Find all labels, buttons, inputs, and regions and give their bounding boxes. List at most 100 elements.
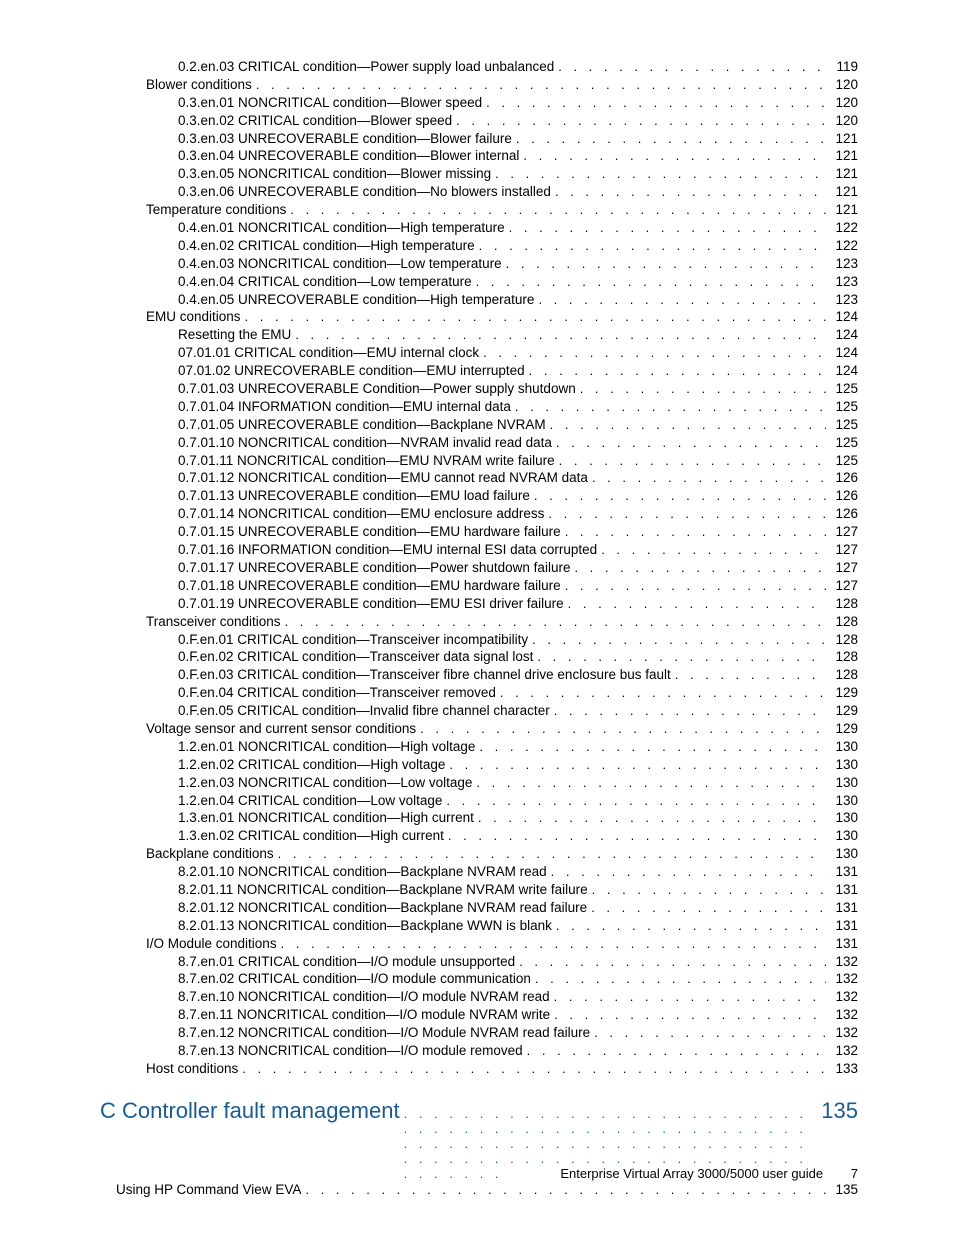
toc-entry[interactable]: Transceiver conditions128 (100, 613, 858, 631)
toc-entry-page: 121 (826, 183, 858, 201)
toc-entry[interactable]: 8.2.01.12 NONCRITICAL condition—Backplan… (100, 899, 858, 917)
toc-entry[interactable]: 0.7.01.16 INFORMATION condition—EMU inte… (100, 541, 858, 559)
toc-entry[interactable]: 8.2.01.10 NONCRITICAL condition—Backplan… (100, 863, 858, 881)
toc-entry[interactable]: 1.2.en.03 NONCRITICAL condition—Low volt… (100, 774, 858, 792)
toc-entry-title: 0.3.en.01 NONCRITICAL condition—Blower s… (178, 94, 482, 112)
toc-entry-title: 8.7.en.13 NONCRITICAL condition—I/O modu… (178, 1042, 523, 1060)
toc-entry[interactable]: 0.F.en.04 CRITICAL condition—Transceiver… (100, 684, 858, 702)
toc-entry[interactable]: 0.7.01.11 NONCRITICAL condition—EMU NVRA… (100, 452, 858, 470)
leader-dots (444, 828, 826, 845)
toc-entry-title: Voltage sensor and current sensor condit… (146, 720, 416, 738)
toc-entry[interactable]: 1.3.en.02 CRITICAL condition—High curren… (100, 827, 858, 845)
toc-entry[interactable]: Blower conditions120 (100, 76, 858, 94)
toc-entry[interactable]: 0.4.en.02 CRITICAL condition—High temper… (100, 237, 858, 255)
toc-entry-page: 128 (826, 648, 858, 666)
toc-entry[interactable]: 0.7.01.05 UNRECOVERABLE condition—Backpl… (100, 416, 858, 434)
toc-entry[interactable]: 8.7.en.12 NONCRITICAL condition—I/O Modu… (100, 1024, 858, 1042)
toc-entry-page: 125 (826, 416, 858, 434)
toc-entry[interactable]: 0.4.en.01 NONCRITICAL condition—High tem… (100, 219, 858, 237)
toc-entry[interactable]: Backplane conditions130 (100, 845, 858, 863)
toc-entry-page: 133 (826, 1060, 858, 1078)
toc-entry-title: 1.2.en.01 NONCRITICAL condition—High vol… (178, 738, 475, 756)
toc-entry[interactable]: 0.3.en.06 UNRECOVERABLE condition—No blo… (100, 183, 858, 201)
toc-entry[interactable]: 0.4.en.03 NONCRITICAL condition—Low temp… (100, 255, 858, 273)
leader-dots (523, 1043, 826, 1060)
toc-entry[interactable]: 0.3.en.02 CRITICAL condition—Blower spee… (100, 112, 858, 130)
toc-entry[interactable]: 8.7.en.01 CRITICAL condition—I/O module … (100, 953, 858, 971)
leader-dots (452, 113, 826, 130)
toc-entry-page: 130 (826, 845, 858, 863)
toc-entry[interactable]: 0.7.01.19 UNRECOVERABLE condition—EMU ES… (100, 595, 858, 613)
toc-entry[interactable]: 07.01.02 UNRECOVERABLE condition—EMU int… (100, 362, 858, 380)
toc-entry[interactable]: 0.7.01.04 INFORMATION condition—EMU inte… (100, 398, 858, 416)
toc-entry[interactable]: 8.2.01.11 NONCRITICAL condition—Backplan… (100, 881, 858, 899)
leader-dots (564, 596, 826, 613)
toc-entry[interactable]: 0.F.en.03 CRITICAL condition—Transceiver… (100, 666, 858, 684)
toc-entry[interactable]: 8.7.en.13 NONCRITICAL condition—I/O modu… (100, 1042, 858, 1060)
toc-entry[interactable]: 07.01.01 CRITICAL condition—EMU internal… (100, 344, 858, 362)
toc-entry-title: 0.3.en.03 UNRECOVERABLE condition—Blower… (178, 130, 512, 148)
leader-dots (555, 453, 826, 470)
toc-entry[interactable]: Using HP Command View EVA135 (100, 1181, 858, 1199)
toc-entry[interactable]: EMU conditions124 (100, 308, 858, 326)
toc-entry[interactable]: 0.F.en.02 CRITICAL condition—Transceiver… (100, 648, 858, 666)
toc-entry-page: 132 (826, 988, 858, 1006)
leader-dots (479, 345, 826, 362)
toc-entry-title: 0.3.en.05 NONCRITICAL condition—Blower m… (178, 165, 491, 183)
toc-entry-title: 8.7.en.11 NONCRITICAL condition—I/O modu… (178, 1006, 550, 1024)
toc-entry[interactable]: Voltage sensor and current sensor condit… (100, 720, 858, 738)
toc-entry[interactable]: 0.F.en.01 CRITICAL condition—Transceiver… (100, 631, 858, 649)
toc-entry-page: 127 (826, 541, 858, 559)
toc-entry[interactable]: 0.4.en.04 CRITICAL condition—Low tempera… (100, 273, 858, 291)
toc-entry[interactable]: 0.7.01.17 UNRECOVERABLE condition—Power … (100, 559, 858, 577)
toc-entry[interactable]: 0.3.en.05 NONCRITICAL condition—Blower m… (100, 165, 858, 183)
toc-entry[interactable]: 0.3.en.01 NONCRITICAL condition—Blower s… (100, 94, 858, 112)
toc-entry[interactable]: 0.7.01.12 NONCRITICAL condition—EMU cann… (100, 469, 858, 487)
toc-entry[interactable]: 8.7.en.11 NONCRITICAL condition—I/O modu… (100, 1006, 858, 1024)
toc-entry[interactable]: 0.3.en.03 UNRECOVERABLE condition—Blower… (100, 130, 858, 148)
toc-entry[interactable]: 0.7.01.10 NONCRITICAL condition—NVRAM in… (100, 434, 858, 452)
toc-entry[interactable]: 0.3.en.04 UNRECOVERABLE condition—Blower… (100, 147, 858, 165)
toc-entry[interactable]: 0.7.01.15 UNRECOVERABLE condition—EMU ha… (100, 523, 858, 541)
toc-entry-page: 120 (826, 112, 858, 130)
toc-entry-page: 120 (826, 76, 858, 94)
leader-dots (531, 971, 826, 988)
toc-entry[interactable]: 8.7.en.02 CRITICAL condition—I/O module … (100, 970, 858, 988)
toc-entry[interactable]: Temperature conditions121 (100, 201, 858, 219)
toc-entry-page: 127 (826, 559, 858, 577)
toc-entry-page: 125 (826, 380, 858, 398)
toc-entry[interactable]: 1.2.en.01 NONCRITICAL condition—High vol… (100, 738, 858, 756)
leader-dots (552, 918, 826, 935)
page-footer: Enterprise Virtual Array 3000/5000 user … (560, 1166, 858, 1181)
toc-entry[interactable]: 0.2.en.03 CRITICAL condition—Power suppl… (100, 58, 858, 76)
toc-entry-page: 120 (826, 94, 858, 112)
toc-entry[interactable]: 1.2.en.04 CRITICAL condition—Low voltage… (100, 792, 858, 810)
leader-dots (475, 739, 826, 756)
toc-entry[interactable]: I/O Module conditions131 (100, 935, 858, 953)
toc-entry-page: 124 (826, 344, 858, 362)
toc-entry-page: 128 (826, 666, 858, 684)
toc-entry[interactable]: 1.3.en.01 NONCRITICAL condition—High cur… (100, 809, 858, 827)
toc-entry[interactable]: 0.7.01.18 UNRECOVERABLE condition—EMU ha… (100, 577, 858, 595)
leader-dots (442, 793, 826, 810)
toc-entry-page: 121 (826, 165, 858, 183)
toc-entry-title: Using HP Command View EVA (116, 1181, 301, 1199)
page: 0.2.en.03 CRITICAL condition—Power suppl… (0, 0, 954, 1235)
toc-entry-title: 0.4.en.02 CRITICAL condition—High temper… (178, 237, 475, 255)
toc-entry[interactable]: 0.4.en.05 UNRECOVERABLE condition—High t… (100, 291, 858, 309)
toc-entry[interactable]: 8.2.01.13 NONCRITICAL condition—Backplan… (100, 917, 858, 935)
toc-entry-title: 0.7.01.03 UNRECOVERABLE Condition—Power … (178, 380, 576, 398)
toc-entry[interactable]: 8.7.en.10 NONCRITICAL condition—I/O modu… (100, 988, 858, 1006)
toc-entry[interactable]: 0.7.01.14 NONCRITICAL condition—EMU encl… (100, 505, 858, 523)
toc-entry[interactable]: 1.2.en.02 CRITICAL condition—High voltag… (100, 756, 858, 774)
leader-dots (525, 363, 826, 380)
toc-entry[interactable]: 0.F.en.05 CRITICAL condition—Invalid fib… (100, 702, 858, 720)
toc-entry[interactable]: 0.7.01.03 UNRECOVERABLE Condition—Power … (100, 380, 858, 398)
toc-entry[interactable]: 0.7.01.13 UNRECOVERABLE condition—EMU lo… (100, 487, 858, 505)
toc-entry[interactable]: Host conditions133 (100, 1060, 858, 1078)
toc-entry-title: 0.7.01.04 INFORMATION condition—EMU inte… (178, 398, 511, 416)
toc-entry[interactable]: Resetting the EMU124 (100, 326, 858, 344)
toc-entry-page: 126 (826, 469, 858, 487)
toc-entry-title: 8.7.en.10 NONCRITICAL condition—I/O modu… (178, 988, 550, 1006)
toc-entry-page: 129 (826, 720, 858, 738)
